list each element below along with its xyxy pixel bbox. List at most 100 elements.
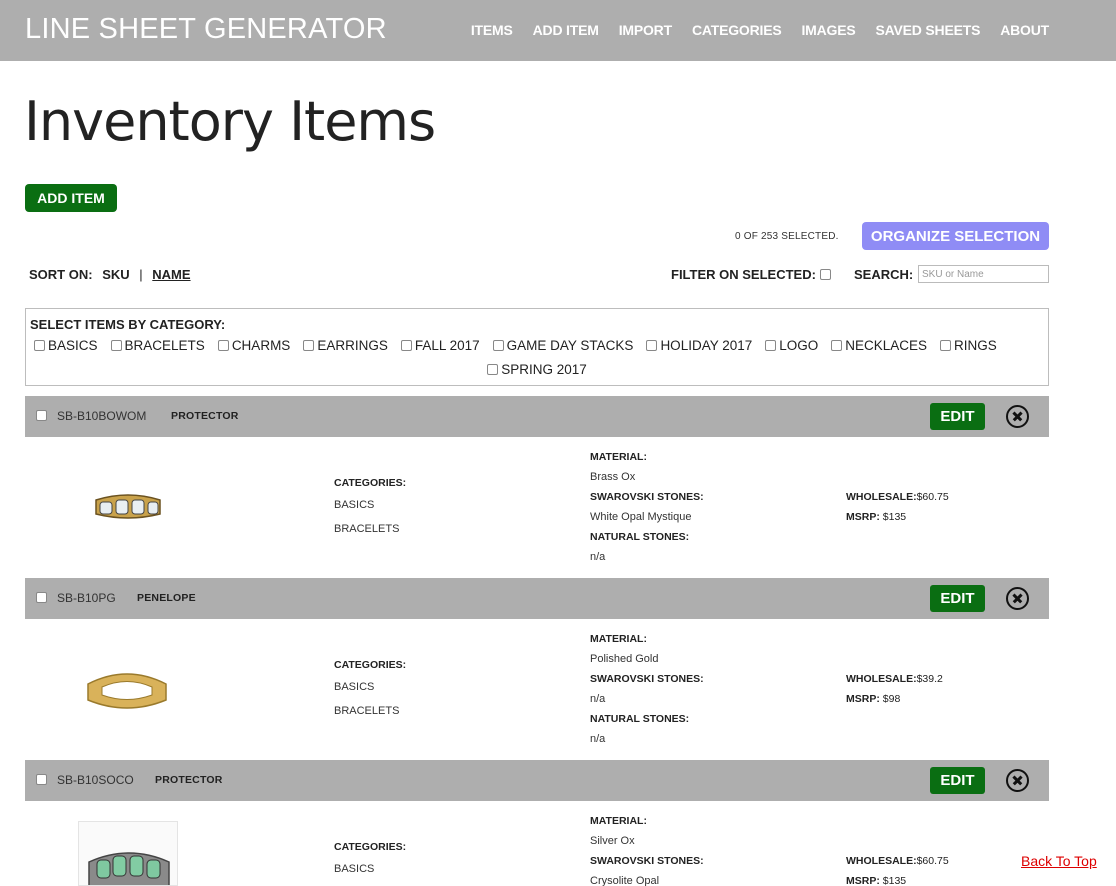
wholesale-label: WHOLESALE:$60.75 (846, 855, 949, 867)
app-title[interactable]: LINE SHEET GENERATOR (25, 13, 387, 46)
edit-button[interactable]: EDIT (930, 767, 985, 794)
category-holiday-2017[interactable]: HOLIDAY 2017 (646, 338, 752, 353)
filter-selected-checkbox[interactable] (819, 269, 831, 280)
material-label: MATERIAL: (590, 451, 647, 463)
wholesale-label-text: WHOLESALE: (846, 855, 917, 867)
material-value: Silver Ox (590, 835, 635, 847)
msrp-value: $98 (882, 693, 901, 705)
material-value: Polished Gold (590, 653, 659, 665)
wholesale-label: WHOLESALE:$39.2 (846, 673, 943, 685)
item-image[interactable] (80, 662, 174, 723)
category-checkbox[interactable] (487, 364, 499, 375)
msrp-label-text: MSRP: (846, 875, 880, 886)
item-sku: SB-B10BOWOM (57, 409, 147, 423)
category-label: BRACELETS (124, 338, 205, 353)
category-bracelets[interactable]: BRACELETS (110, 338, 205, 353)
msrp-label: MSRP: $135 (846, 875, 906, 886)
item-category: BASICS (334, 681, 375, 693)
category-label: LOGO (779, 338, 819, 353)
item-select-checkbox[interactable] (36, 592, 47, 603)
category-checkbox[interactable] (34, 340, 45, 351)
filter-selected: FILTER ON SELECTED: (671, 267, 831, 282)
wholesale-value: $60.75 (916, 491, 949, 503)
category-checkbox[interactable] (400, 340, 412, 351)
swarovski-value: White Opal Mystique (590, 511, 692, 523)
item-select-checkbox[interactable] (36, 774, 47, 785)
main-nav: ITEMS ADD ITEM IMPORT CATEGORIES IMAGES … (471, 22, 1049, 38)
category-charms[interactable]: CHARMS (217, 338, 291, 353)
category-checkbox[interactable] (217, 340, 229, 351)
category-label: NECKLACES (845, 338, 928, 353)
wholesale-label: WHOLESALE:$60.75 (846, 491, 949, 503)
category-rings[interactable]: RINGS (940, 338, 997, 353)
search-label: SEARCH: (854, 267, 914, 282)
turquoise-cuff-icon (88, 852, 170, 885)
item-header: SB-B10SOCO PROTECTOR EDIT (25, 760, 1049, 801)
nav-add-item[interactable]: ADD ITEM (533, 22, 599, 38)
wholesale-value: $60.75 (916, 855, 949, 867)
category-game-day-stacks[interactable]: GAME DAY STACKS (492, 338, 633, 353)
swarovski-value: Crysolite Opal (590, 875, 660, 886)
item-image[interactable] (78, 821, 178, 886)
category-checkbox[interactable] (110, 340, 122, 351)
back-to-top-link[interactable]: Back To Top (1021, 853, 1097, 869)
category-checkbox[interactable] (940, 340, 952, 351)
categories-label: CATEGORIES: (334, 841, 407, 853)
category-checkbox[interactable] (831, 340, 843, 351)
category-checkbox[interactable] (492, 340, 504, 351)
swarovski-value: n/a (590, 693, 606, 705)
wholesale-label-text: WHOLESALE: (846, 491, 917, 503)
category-necklaces[interactable]: NECKLACES (831, 338, 927, 353)
item-image[interactable] (90, 488, 166, 533)
wholesale-value: $39.2 (916, 673, 943, 685)
nav-about[interactable]: ABOUT (1000, 22, 1049, 38)
sort-controls: SORT ON: SKU | NAME (29, 267, 191, 282)
category-checkbox[interactable] (303, 340, 315, 351)
nav-images[interactable]: IMAGES (801, 22, 855, 38)
category-checkbox[interactable] (765, 340, 777, 351)
category-logo[interactable]: LOGO (765, 338, 818, 353)
natural-stones-value: n/a (590, 551, 606, 563)
category-list-row2: SPRING 2017 (26, 362, 1048, 377)
page-title: Inventory Items (24, 90, 436, 153)
nav-saved-sheets[interactable]: SAVED SHEETS (876, 22, 981, 38)
delete-icon[interactable] (1006, 405, 1029, 428)
item-select-checkbox[interactable] (36, 410, 47, 421)
msrp-value: $135 (882, 511, 907, 523)
msrp-value: $135 (882, 875, 907, 886)
material-value: Brass Ox (590, 471, 636, 483)
delete-icon[interactable] (1006, 587, 1029, 610)
sort-name-link[interactable]: NAME (152, 267, 190, 282)
edit-button[interactable]: EDIT (930, 585, 985, 612)
item-category: BASICS (334, 499, 375, 511)
item-name: PENELOPE (137, 592, 196, 604)
category-basics[interactable]: BASICS (34, 338, 98, 353)
category-fall-2017[interactable]: FALL 2017 (400, 338, 480, 353)
organize-selection-button[interactable]: ORGANIZE SELECTION (862, 222, 1049, 250)
search-input[interactable] (918, 265, 1049, 283)
natural-stones-label: NATURAL STONES: (590, 531, 690, 543)
msrp-label-text: MSRP: (846, 693, 880, 705)
category-earrings[interactable]: EARRINGS (303, 338, 388, 353)
category-label: FALL 2017 (414, 338, 480, 353)
categories-label: CATEGORIES: (334, 659, 407, 671)
category-label: SPRING 2017 (501, 362, 587, 377)
add-item-button[interactable]: ADD ITEM (25, 184, 117, 212)
nav-import[interactable]: IMPORT (619, 22, 672, 38)
category-checkbox[interactable] (646, 340, 658, 351)
delete-icon[interactable] (1006, 769, 1029, 792)
item-sku: SB-B10SOCO (57, 773, 134, 787)
edit-button[interactable]: EDIT (930, 403, 985, 430)
category-label: CHARMS (231, 338, 291, 353)
gold-cuff-icon (87, 673, 167, 709)
categories-label: CATEGORIES: (334, 477, 407, 489)
nav-items[interactable]: ITEMS (471, 22, 513, 38)
category-label: BASICS (48, 338, 98, 353)
sort-sku-link[interactable]: SKU (102, 267, 129, 282)
sort-label: SORT ON: (29, 267, 93, 282)
category-selector-title: SELECT ITEMS BY CATEGORY: (30, 317, 226, 332)
category-spring-2017[interactable]: SPRING 2017 (487, 362, 587, 377)
material-label: MATERIAL: (590, 633, 647, 645)
nav-categories[interactable]: CATEGORIES (692, 22, 782, 38)
material-label: MATERIAL: (590, 815, 647, 827)
